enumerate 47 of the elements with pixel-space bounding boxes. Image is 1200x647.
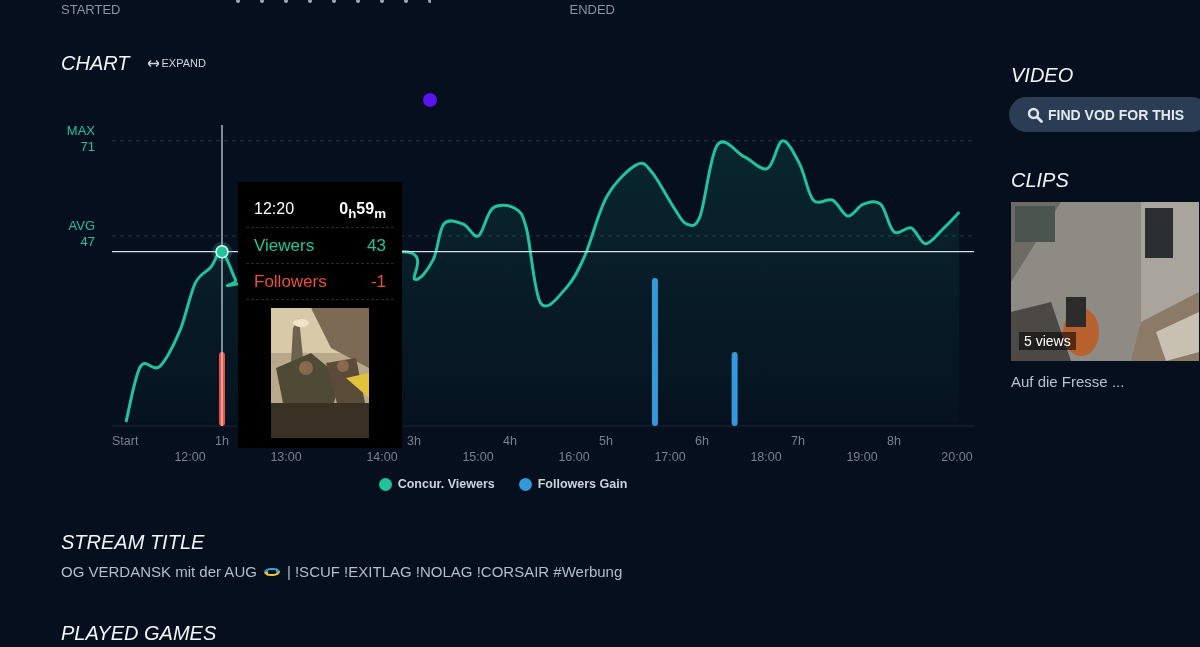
stream-title-text: OG VERDANSK mit der AUG — [61, 563, 257, 580]
tooltip-time: 12:20 — [254, 200, 295, 219]
stream-title-text: | !SCUF !EXITLAG !NOLAG !CORSAIR #Werbung — [286, 563, 623, 580]
reference-value: 47 — [80, 233, 95, 249]
axis-label: 19:00 — [846, 450, 878, 464]
axis-label: 13:00 — [270, 450, 302, 464]
hover-point — [212, 241, 232, 262]
axis-label: 1h — [215, 434, 229, 448]
chart-title: CHART — [61, 51, 130, 75]
axis-label: 7h — [791, 434, 805, 448]
find-vod-button[interactable]: FIND VOD FOR THIS — [1009, 97, 1200, 132]
tooltip-label: Followers — [254, 272, 327, 291]
started-label: STARTED — [61, 2, 121, 17]
expand-arrows-icon — [147, 59, 159, 67]
expand-button[interactable]: EXPAND — [147, 57, 206, 69]
axis-label: 14:00 — [366, 450, 398, 464]
tooltip-duration: 0$_{h}$59$_{m}$ — [339, 200, 386, 219]
axis-label: 16:00 — [558, 450, 590, 464]
axis-label: 5h — [599, 434, 613, 448]
axis-label: Start — [112, 434, 139, 448]
tooltip-value: 43 — [367, 236, 386, 255]
search-icon — [1027, 106, 1043, 123]
axis-label: 17:00 — [654, 450, 686, 464]
view-count-badge: 5 views — [1019, 332, 1076, 350]
reference-name: MAX — [66, 122, 95, 138]
tooltip-label: Viewers — [254, 236, 315, 255]
axis-label: 20:00 — [941, 450, 973, 464]
axis-label: 8h — [887, 434, 901, 448]
section-title: CLIPS — [1011, 169, 1070, 192]
axis-label: 4h — [503, 434, 517, 448]
axis-label: 3h — [407, 434, 421, 448]
ended-label: ENDED — [569, 2, 615, 17]
section-title: VIDEO — [1011, 64, 1075, 87]
clip-title[interactable]: Auf die Fresse ... — [1011, 373, 1200, 390]
axis-label: 12:00 — [174, 450, 206, 464]
axis-label: 6h — [695, 434, 709, 448]
legend-label[interactable]: Concur. Viewers — [397, 477, 495, 491]
axis-label: 18:00 — [750, 450, 782, 464]
loop-arrows-icon — [262, 565, 281, 578]
section-title: PLAYED GAMES — [61, 622, 218, 645]
axis-label: 15:00 — [462, 450, 494, 464]
tooltip-value: -1 — [370, 272, 386, 291]
dot-icon — [423, 93, 437, 107]
reference-value: 71 — [80, 138, 95, 154]
reference-name: AVG — [68, 217, 95, 233]
legend-label[interactable]: Followers Gain — [537, 477, 628, 491]
section-title: STREAM TITLE — [61, 531, 206, 554]
